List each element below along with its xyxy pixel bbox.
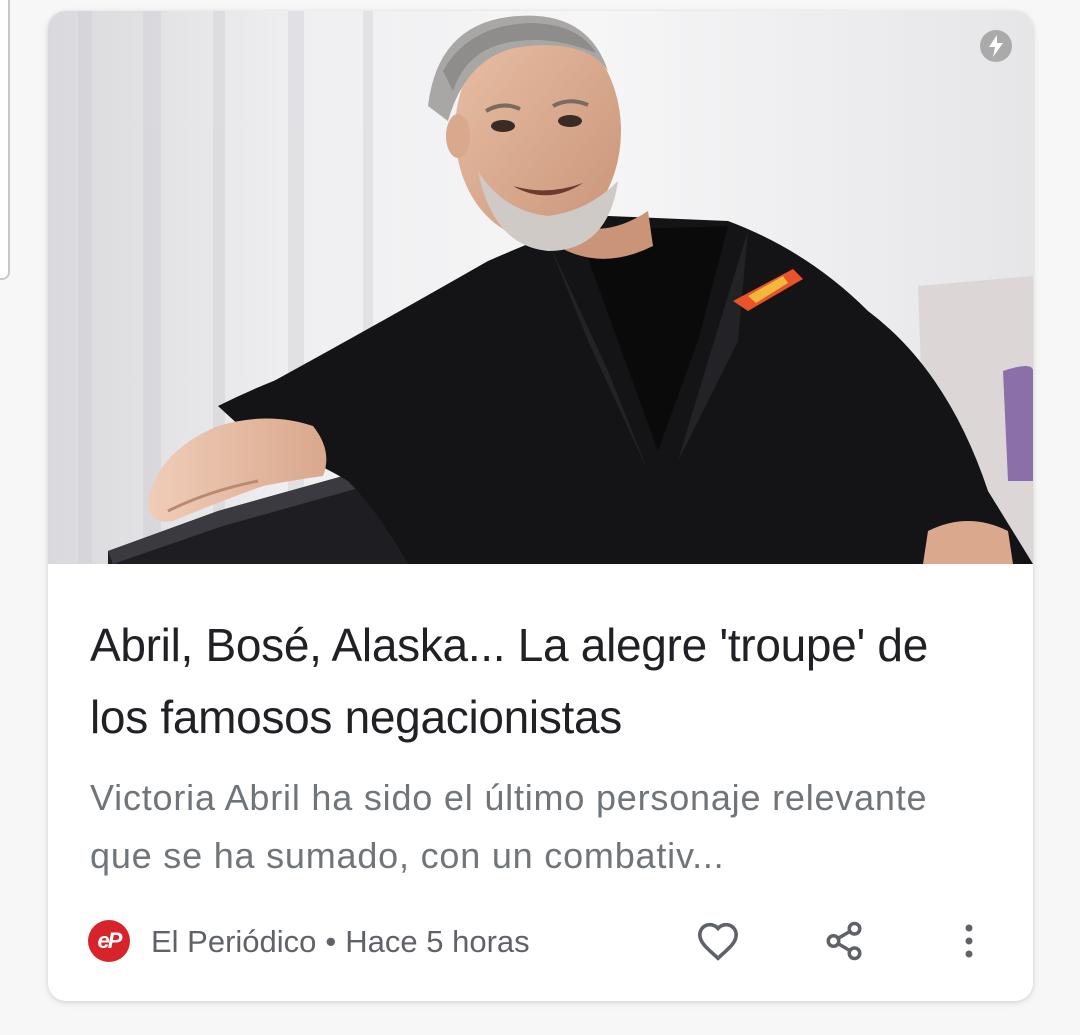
article-image[interactable]	[48, 11, 1033, 564]
article-meta: El Periódico • Hace 5 horas	[151, 922, 530, 962]
source-logo-text: eP	[97, 928, 123, 953]
share-icon	[826, 921, 862, 961]
heart-outline-icon	[697, 922, 739, 961]
article-footer: eP El Periódico • Hace 5 horas	[88, 916, 1008, 966]
publish-time: Hace 5 horas	[345, 924, 530, 959]
share-button[interactable]	[819, 916, 869, 966]
more-vert-icon	[965, 924, 973, 958]
more-options-button[interactable]	[944, 916, 994, 966]
article-snippet: Victoria Abril ha sido el último persona…	[90, 777, 928, 876]
article-photo	[48, 11, 1033, 564]
source-name[interactable]: El Periódico	[151, 924, 316, 959]
news-card[interactable]: Abril, Bosé, Alaska... La alegre 'troupe…	[48, 11, 1033, 1001]
like-button[interactable]	[693, 916, 743, 966]
article-headline[interactable]: Abril, Bosé, Alaska... La alegre 'troupe…	[90, 609, 990, 753]
lightning-bolt-icon	[980, 30, 1012, 62]
previous-card-edge	[0, 0, 10, 280]
source-logo: eP	[88, 920, 130, 962]
meta-separator: •	[325, 924, 337, 959]
